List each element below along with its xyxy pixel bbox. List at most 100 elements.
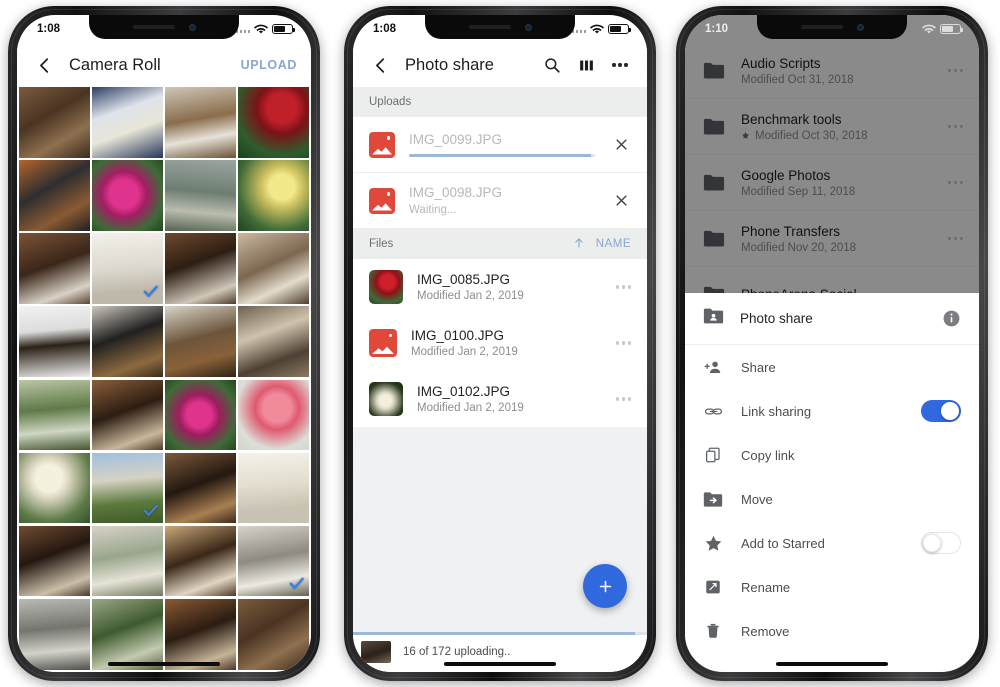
file-row[interactable]: IMG_0102.JPG Modified Jan 2, 2019	[353, 371, 647, 427]
photo-cell[interactable]	[92, 160, 163, 231]
photo-cell[interactable]	[238, 87, 309, 158]
photo-cell[interactable]	[92, 379, 163, 451]
menu-item-share[interactable]: Share	[685, 345, 979, 389]
photo-cell[interactable]	[165, 452, 236, 524]
sort-ascending-icon[interactable]	[572, 236, 586, 253]
rename-icon	[703, 577, 723, 597]
file-overflow-menu-icon[interactable]	[614, 393, 633, 404]
upload-button[interactable]: UPLOAD	[241, 58, 297, 72]
front-camera	[188, 23, 196, 31]
add-button-fab[interactable]	[583, 564, 627, 608]
menu-item-label: Rename	[741, 579, 791, 595]
photo-grid[interactable]	[17, 87, 311, 672]
photo-cell[interactable]	[165, 379, 236, 451]
photo-cell[interactable]	[238, 160, 309, 231]
photo-thumbnail	[238, 379, 309, 451]
file-thumbnail	[369, 270, 403, 304]
photo-thumbnail	[92, 525, 163, 597]
photo-cell[interactable]	[19, 379, 90, 451]
photo-cell[interactable]	[19, 233, 90, 304]
menu-item-remove[interactable]: Remove	[685, 609, 979, 653]
photo-cell[interactable]	[19, 598, 90, 670]
photo-cell[interactable]	[238, 452, 309, 524]
menu-item-link-sharing[interactable]: Link sharing	[685, 389, 979, 433]
home-indicator	[108, 661, 220, 666]
columns-icon[interactable]	[573, 52, 599, 78]
photo-cell[interactable]	[165, 233, 236, 304]
photo-cell[interactable]	[92, 306, 163, 377]
page-title: Photo share	[405, 55, 494, 74]
photo-cell[interactable]	[165, 87, 236, 158]
notch	[757, 15, 907, 39]
context-menu-sheet: Photo share Share Link sharing Copy link Mo…	[685, 293, 979, 672]
photo-cell[interactable]	[238, 233, 309, 304]
cancel-upload-button[interactable]	[609, 189, 633, 213]
photo-cell[interactable]	[92, 233, 163, 304]
upload-status-text: 16 of 172 uploading..	[403, 646, 511, 658]
upload-status-bar[interactable]: 16 of 172 uploading..	[353, 632, 647, 672]
photo-cell[interactable]	[238, 525, 309, 597]
photo-cell[interactable]	[165, 525, 236, 597]
files-label: Files	[369, 238, 394, 250]
screen-folder-menu: 1:10 Audio Scripts Modified Oct 31, 2018 B…	[685, 15, 979, 672]
sort-control[interactable]: NAME	[572, 236, 631, 253]
file-row[interactable]: IMG_0085.JPG Modified Jan 2, 2019	[353, 259, 647, 315]
app-bar-camera-roll: Camera Roll UPLOAD	[17, 43, 311, 87]
photo-cell[interactable]	[19, 87, 90, 158]
upload-row[interactable]: IMG_0099.JPG	[353, 117, 647, 173]
photo-cell[interactable]	[92, 452, 163, 524]
overflow-menu-icon[interactable]	[607, 52, 633, 78]
selected-check-icon	[143, 284, 158, 299]
photo-cell[interactable]	[238, 379, 309, 451]
photo-cell[interactable]	[165, 160, 236, 231]
file-overflow-menu-icon[interactable]	[614, 281, 633, 292]
toggle-on[interactable]	[921, 400, 961, 422]
upload-thumbnail	[361, 641, 391, 663]
image-file-icon	[369, 131, 395, 158]
status-time: 1:08	[373, 23, 397, 35]
photo-cell[interactable]	[238, 306, 309, 377]
photo-cell[interactable]	[92, 525, 163, 597]
battery-icon	[940, 23, 964, 35]
add-person-icon	[703, 357, 723, 377]
photo-cell[interactable]	[165, 598, 236, 670]
file-row[interactable]: IMG_0100.JPG Modified Jan 2, 2019	[353, 315, 647, 371]
upload-row[interactable]: IMG_0098.JPG Waiting...	[353, 173, 647, 229]
photo-share-body: Uploads IMG_0099.JPG IMG_0098.JPG Waiting.…	[353, 87, 647, 672]
menu-item-add-to-starred[interactable]: Add to Starred	[685, 521, 979, 565]
photo-thumbnail	[165, 525, 236, 597]
image-file-icon	[369, 329, 397, 357]
menu-item-label: Share	[741, 359, 776, 375]
photo-cell[interactable]	[19, 452, 90, 524]
photo-thumbnail	[19, 379, 90, 451]
photo-cell[interactable]	[19, 306, 90, 377]
sort-by-label[interactable]: NAME	[596, 238, 631, 250]
toggle-off[interactable]	[921, 532, 961, 554]
info-icon[interactable]	[942, 309, 961, 328]
photo-thumbnail	[238, 598, 309, 670]
wifi-icon	[254, 24, 268, 34]
cancel-upload-button[interactable]	[609, 133, 633, 157]
photo-cell[interactable]	[19, 160, 90, 231]
photo-thumbnail	[19, 160, 90, 231]
menu-item-rename[interactable]: Rename	[685, 565, 979, 609]
search-icon[interactable]	[539, 52, 565, 78]
menu-item-copy-link[interactable]: Copy link	[685, 433, 979, 477]
file-overflow-menu-icon[interactable]	[614, 337, 633, 348]
back-arrow-icon[interactable]	[31, 52, 57, 78]
front-camera	[856, 23, 864, 31]
photo-cell[interactable]	[19, 525, 90, 597]
earpiece-speaker	[132, 25, 175, 29]
battery-icon	[272, 23, 296, 35]
photo-thumbnail	[165, 233, 236, 304]
photo-cell[interactable]	[238, 598, 309, 670]
home-indicator	[776, 661, 888, 666]
menu-item-move[interactable]: Move	[685, 477, 979, 521]
back-arrow-icon[interactable]	[367, 52, 393, 78]
photo-thumbnail	[92, 598, 163, 670]
photo-cell[interactable]	[92, 87, 163, 158]
star-icon	[703, 533, 723, 553]
photo-cell[interactable]	[165, 306, 236, 377]
notch	[425, 15, 575, 39]
photo-cell[interactable]	[92, 598, 163, 670]
